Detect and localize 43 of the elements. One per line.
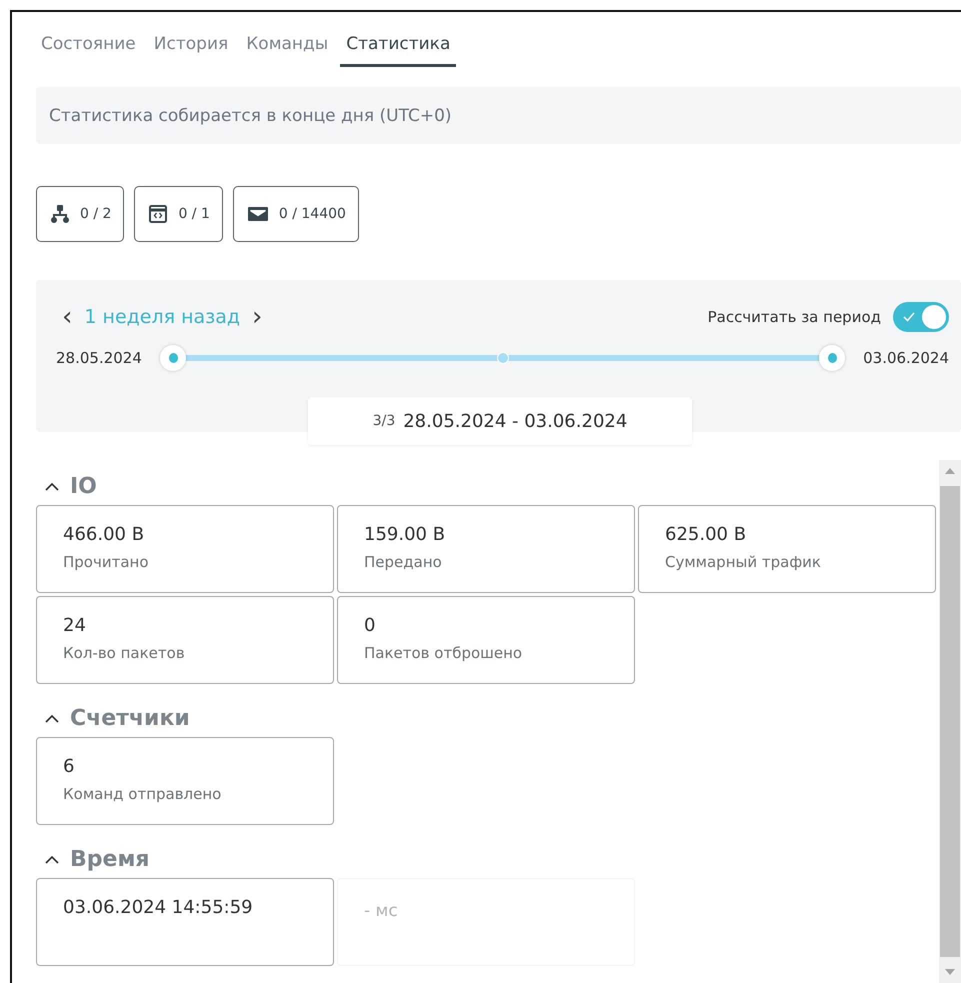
stat-label: Прочитано bbox=[63, 553, 150, 571]
stat-label: Передано bbox=[364, 553, 443, 571]
next-button[interactable]: › bbox=[246, 304, 268, 330]
period-toggle[interactable] bbox=[893, 302, 949, 332]
stat-value: 159.00 B bbox=[364, 524, 446, 545]
previous-button[interactable]: ‹ bbox=[56, 304, 78, 330]
slider-handle[interactable] bbox=[819, 345, 846, 371]
section-header[interactable]: Время bbox=[36, 833, 158, 878]
stat-value: - мс bbox=[364, 901, 399, 921]
tab[interactable]: История bbox=[148, 32, 234, 67]
limit-count: 0 / 14400 bbox=[278, 206, 346, 222]
tab[interactable]: Состояние bbox=[35, 32, 142, 67]
stat-label: Кол-во пакетов bbox=[63, 644, 186, 662]
check-icon bbox=[902, 311, 916, 323]
stat-value: 6 bbox=[63, 756, 76, 777]
limit-count: 0 / 1 bbox=[178, 206, 210, 222]
section-header[interactable]: Счетчики bbox=[36, 692, 198, 737]
tab[interactable]: Статистика bbox=[340, 32, 456, 67]
stat-value: 466.00 B bbox=[63, 524, 146, 545]
code-window-icon bbox=[147, 203, 170, 225]
stat-value: 625.00 B bbox=[665, 524, 748, 545]
start-date: 28.05.2024 bbox=[56, 349, 142, 367]
stat-label: Команд отправлено bbox=[63, 785, 222, 803]
chevron-icon bbox=[44, 854, 60, 866]
toggle-label: Рассчитать за период bbox=[708, 308, 881, 326]
range-count: 3/3 bbox=[372, 413, 396, 429]
stat-value: 0 bbox=[364, 615, 376, 636]
hierarchy-icon bbox=[49, 203, 71, 225]
stat-value: 03.06.2024 14:55:59 bbox=[63, 897, 254, 918]
chevron-icon bbox=[44, 480, 60, 492]
stat-label: Пакетов отброшено bbox=[364, 644, 524, 662]
info-banner: Статистика собирается в конце дня (UTC+0) bbox=[36, 87, 961, 144]
tab[interactable]: Команды bbox=[240, 32, 334, 67]
date-range: 28.05.2024 - 03.06.2024 bbox=[403, 410, 628, 432]
stat-value: 24 bbox=[63, 615, 87, 636]
slider-handle[interactable] bbox=[160, 345, 186, 371]
chevron-icon bbox=[44, 712, 60, 724]
scrollbar[interactable] bbox=[939, 460, 961, 983]
stat-label: Суммарный трафик bbox=[665, 553, 822, 571]
limit-count: 0 / 2 bbox=[80, 206, 112, 222]
end-date: 03.06.2024 bbox=[863, 349, 949, 367]
period-link[interactable]: 1 неделя назад bbox=[78, 306, 246, 328]
section-header[interactable]: IO bbox=[36, 460, 105, 505]
